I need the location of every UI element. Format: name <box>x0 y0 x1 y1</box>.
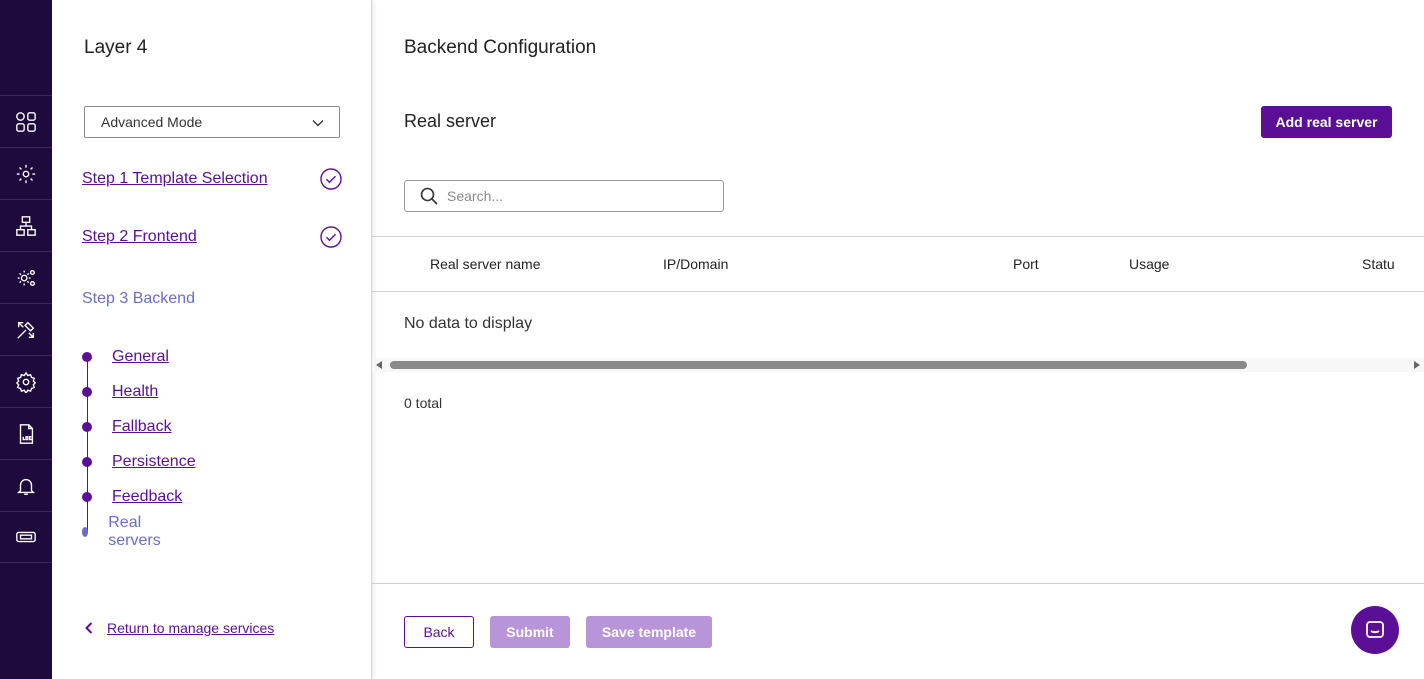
rail-log[interactable] <box>0 407 52 459</box>
rail-network[interactable] <box>0 199 52 251</box>
substep-label[interactable]: Persistence <box>112 453 196 471</box>
search-input[interactable] <box>447 188 697 204</box>
rail-gear[interactable] <box>0 355 52 407</box>
empty-table-message: No data to display <box>404 315 533 332</box>
substep-general[interactable]: General <box>82 345 169 369</box>
settings-cog-icon <box>17 269 35 286</box>
table-header: Real server name IP/Domain Port Usage St… <box>372 236 1424 292</box>
mode-select-value: Advanced Mode <box>101 114 203 130</box>
column-usage[interactable]: Usage <box>1129 256 1169 272</box>
substep-dot <box>82 492 92 502</box>
check-circle-icon <box>320 168 342 190</box>
ticket-icon <box>16 531 36 543</box>
network-icon <box>16 215 36 236</box>
substep-feedback[interactable]: Feedback <box>82 485 182 509</box>
main-content: Backend Configuration Real server Add re… <box>372 0 1424 679</box>
scrollbar-thumb[interactable] <box>390 361 1247 369</box>
substep-dot <box>82 387 92 397</box>
substep-persistence[interactable]: Persistence <box>82 450 196 474</box>
check-circle-icon <box>320 226 342 248</box>
step-3-current: Step 3 Backend <box>82 290 195 307</box>
rail-tools[interactable] <box>0 303 52 355</box>
horizontal-scrollbar[interactable] <box>372 358 1424 372</box>
chevron-left-icon <box>85 622 93 634</box>
wizard-panel: Layer 4 Advanced Mode Step 1 Template Se… <box>52 0 372 679</box>
step-2-link[interactable]: Step 2 Frontend <box>82 228 197 246</box>
section-title: Real server <box>404 111 497 131</box>
scroll-left-arrow-icon[interactable] <box>376 361 382 369</box>
column-real-server-name[interactable]: Real server name <box>430 256 541 272</box>
step-1-link[interactable]: Step 1 Template Selection <box>82 170 268 188</box>
rail-services[interactable] <box>0 147 52 199</box>
substep-label[interactable]: General <box>112 348 169 366</box>
column-ip-domain[interactable]: IP/Domain <box>663 256 728 272</box>
column-status[interactable]: Statu <box>1362 256 1395 272</box>
chat-launcher-button[interactable] <box>1351 606 1399 654</box>
substep-label[interactable]: Health <box>112 383 158 401</box>
substep-label-current: Real servers <box>108 514 161 549</box>
dashboard-icon <box>16 111 36 132</box>
substep-health[interactable]: Health <box>82 380 158 404</box>
substep-real-servers: Real servers <box>82 514 164 549</box>
bell-icon <box>17 478 35 495</box>
total-count: 0 total <box>404 395 443 411</box>
rail-dashboard[interactable] <box>0 95 52 147</box>
gear-icon <box>15 371 37 393</box>
column-port[interactable]: Port <box>1013 256 1039 272</box>
footer-actions: Back Submit Save template <box>372 583 1424 679</box>
scroll-right-arrow-icon[interactable] <box>1414 361 1420 369</box>
rail-settings-cog[interactable] <box>0 251 52 303</box>
rail-tickets[interactable] <box>0 511 52 563</box>
submit-button[interactable]: Submit <box>490 616 570 648</box>
substep-label[interactable]: Fallback <box>112 418 172 436</box>
icon-rail <box>0 0 52 679</box>
substep-fallback[interactable]: Fallback <box>82 415 172 439</box>
return-to-services-link[interactable]: Return to manage services <box>82 620 274 636</box>
back-button[interactable]: Back <box>404 616 474 648</box>
mode-select[interactable]: Advanced Mode <box>84 106 340 138</box>
add-real-server-button[interactable]: Add real server <box>1261 106 1392 138</box>
search-box[interactable] <box>404 180 724 212</box>
chevron-down-icon <box>312 120 324 127</box>
log-icon <box>19 423 34 444</box>
search-icon <box>420 187 438 205</box>
tools-icon <box>17 321 35 339</box>
substep-dot <box>82 352 92 362</box>
substep-label[interactable]: Feedback <box>112 488 182 506</box>
wizard-title: Layer 4 <box>84 37 148 58</box>
app-root: Layer 4 Advanced Mode Step 1 Template Se… <box>0 0 1424 679</box>
save-template-button[interactable]: Save template <box>586 616 712 648</box>
substep-dot-current <box>82 527 89 537</box>
page-title: Backend Configuration <box>404 37 597 58</box>
services-gear-icon <box>16 164 36 183</box>
chat-icon <box>1366 621 1384 638</box>
substep-dot <box>82 457 92 467</box>
return-link-label[interactable]: Return to manage services <box>107 620 274 636</box>
substep-dot <box>82 422 92 432</box>
rail-notifications[interactable] <box>0 459 52 511</box>
